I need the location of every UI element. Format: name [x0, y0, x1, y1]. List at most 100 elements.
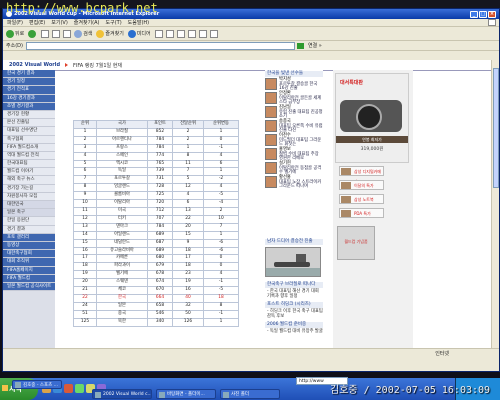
sidebar-item[interactable]: 경기 일정 [3, 78, 55, 87]
small-ad-1[interactable]: 삼성 디지털카메라 [339, 166, 384, 184]
sidebar-item[interactable]: 역대 월드컵 전적 [3, 151, 55, 161]
scrollbar-thumb[interactable] [493, 68, 499, 188]
sidebar-item[interactable]: 한국 경기 결과 [3, 70, 55, 79]
table-cell: 1 [203, 317, 239, 327]
sidebar-item[interactable]: 본선 진출팀 [3, 119, 55, 128]
table-cell: 18 [172, 246, 204, 256]
news-item-2[interactable]: - 히딩크 이후 한국 축구 대표팀 감독 후보 [265, 309, 323, 319]
player-item[interactable]: 송종국 대표팀 오른쪽 수비 유럽 진출 타진 [265, 119, 323, 133]
sidebar-item[interactable]: 한국대표팀 [3, 160, 55, 169]
quicklaunch-icon-4[interactable] [75, 384, 84, 393]
task-button-3[interactable]: 바탕화면 - 폴더이... [156, 389, 216, 399]
sidebar-item[interactable]: 축구협회 [3, 135, 55, 144]
messenger-icon[interactable] [209, 29, 218, 38]
sidebar-item[interactable]: 한일 응원단 [3, 217, 55, 226]
player-list: 박지성 포르투갈 결승골 한국 16강 진출 안정환 이탈리아전 골든골 세계 스타 … [265, 77, 323, 189]
edit-icon[interactable] [187, 29, 196, 38]
sidebar-item[interactable]: 대한축구협회 [3, 250, 55, 259]
sidebar-item[interactable]: FIFA 월드컵 [3, 274, 55, 283]
player-item[interactable]: 김남일 유럽 진출 대표팀 진공청소기 [265, 105, 323, 119]
player-item[interactable]: 안정환 이탈리아전 골든골 세계 스타 급부상 [265, 91, 323, 105]
table-cell: 19 [172, 278, 204, 288]
sidebar-item[interactable]: FIFA홈페이지 [3, 266, 55, 275]
square-ad[interactable]: 월드컵 기념품 [337, 226, 375, 260]
sidebar-item[interactable]: 경기 전적표 [3, 86, 55, 95]
sidebar-item[interactable]: 동영상 [3, 241, 55, 251]
go-arrow-icon[interactable] [296, 42, 304, 49]
sidebar-item[interactable]: 경기장 현황 [3, 110, 55, 120]
sidebar-item[interactable]: 일본 축구 [3, 209, 55, 218]
news-item-3[interactable]: - 독일 월드컵 대비 유망주 발굴 [265, 329, 323, 334]
discuss-icon[interactable] [198, 29, 207, 38]
forward-button[interactable] [28, 29, 37, 38]
search-label: 검색 [83, 31, 93, 37]
refresh-icon[interactable] [52, 29, 61, 38]
sidebar-item[interactable]: 일본 월드컵 공식사이트 [3, 282, 55, 292]
maximize-button[interactable]: □ [479, 10, 487, 18]
task-button-4[interactable]: 사진 폴더 [220, 389, 280, 399]
player-text: 안정환 이탈리아전 골든골 세계 스타 급부상 [277, 91, 323, 105]
table-cell: 10 [203, 214, 239, 224]
small-ad-2[interactable]: 이달의 특가 [339, 180, 384, 190]
table-cell: 678 [147, 270, 173, 280]
sidebar-item[interactable]: 경기장 가는길 [3, 184, 55, 193]
player-item[interactable]: 박지성 포르투갈 결승골 한국 16강 진출 [265, 77, 323, 91]
ad-caption: 연봉 최저가 [336, 136, 408, 143]
player-item[interactable]: 이천수 미드필더 대표팀 그라운드 휘젓는 [265, 133, 323, 147]
sidebar-item[interactable]: 자원봉사자 모집 [3, 192, 55, 201]
player-item[interactable]: 황선홍 대표팀 노장 스트라이커 그라운드 떠나며 [265, 175, 323, 189]
sidebar-item[interactable]: 16강 경기결과 [3, 94, 55, 103]
quicklaunch-icon-3[interactable] [64, 384, 73, 393]
menu-favorites[interactable]: 즐겨찾기(A) [74, 19, 100, 26]
table-cell: 스페인 [96, 151, 148, 161]
sidebar-item[interactable]: 대표팀 선수명단 [3, 127, 55, 136]
sidebar-item[interactable]: 조별 경기결과 [3, 102, 55, 111]
search-button[interactable]: 검색 [74, 29, 93, 38]
task-button-1[interactable]: 김호중 - 스포츠 ... [12, 380, 62, 389]
player-photo [265, 120, 277, 132]
menu-file[interactable]: 파일(F) [7, 19, 23, 26]
news-item-1[interactable]: - 한국 대표팀 해산 경기 대회 기록과 향후 일정 [265, 289, 323, 299]
mail-icon[interactable] [165, 29, 174, 38]
table-cell: 벨기에 [96, 270, 148, 280]
back-button[interactable]: 뒤로 [6, 29, 24, 38]
player-item[interactable]: 홍명보 철벽 수비 대표팀 주장 영원한 리베로 [265, 147, 323, 161]
print-icon[interactable] [176, 29, 185, 38]
news-photo[interactable] [265, 247, 321, 277]
small-ad-3[interactable]: 삼성 노트북 [339, 194, 384, 204]
menu-help[interactable]: 도움말(H) [128, 19, 149, 26]
menu-tools[interactable]: 도구(T) [106, 19, 122, 26]
close-button[interactable]: × [488, 10, 496, 18]
vertical-scrollbar[interactable] [491, 60, 499, 348]
camera-ad[interactable]: 대서특대판 연봉 최저가 319,000원 [335, 73, 409, 163]
table-row: 7 포르투갈 731 5 -2 [73, 175, 239, 185]
sidebar-item[interactable]: 경기 결과 [3, 225, 55, 234]
player-item[interactable]: 설기현 이탈리아전 동점골 공격수 벨기에 [265, 161, 323, 175]
home-icon[interactable] [63, 29, 72, 38]
site-logo[interactable]: 2002 Visual World [9, 62, 60, 68]
sidebar-item[interactable]: 해외 축구 뉴스 [3, 176, 55, 185]
task-button-2[interactable]: 2002 Visual World c... [92, 389, 152, 399]
table-row: 10 이탈리아 720 6 -4 [73, 199, 239, 208]
table-cell: 658 [147, 301, 173, 311]
favorites-button[interactable]: 즐겨찾기 [96, 29, 124, 38]
sidebar-item[interactable]: 대회 조직위 [3, 258, 55, 267]
links-button[interactable]: 연결 » [308, 42, 322, 49]
history-icon[interactable] [154, 29, 163, 38]
table-cell: 북한 [96, 317, 148, 327]
sidebar-item[interactable]: FIFA 월드컵소개 [3, 143, 55, 152]
media-button[interactable]: 미디어 [127, 29, 151, 38]
address-input[interactable] [25, 41, 295, 50]
player-text: 홍명보 철벽 수비 대표팀 주장 영원한 리베로 [277, 147, 323, 161]
table-cell: -5 [203, 286, 239, 295]
menu-edit[interactable]: 편집(E) [29, 19, 45, 26]
sidebar-item[interactable]: 월드컵 이야기 [3, 168, 55, 177]
table-cell: 731 [147, 175, 173, 185]
sidebar-item[interactable]: 포토 갤러리 [3, 233, 55, 242]
stop-icon[interactable] [41, 29, 50, 38]
menu-view[interactable]: 보기(V) [51, 19, 68, 26]
sidebar-item[interactable]: 대한민국 [3, 201, 55, 210]
table-row: 11 미국 712 13 2 [73, 206, 239, 216]
minimize-button[interactable]: _ [470, 10, 478, 18]
small-ad-4[interactable]: PDA 특가 [339, 208, 384, 218]
